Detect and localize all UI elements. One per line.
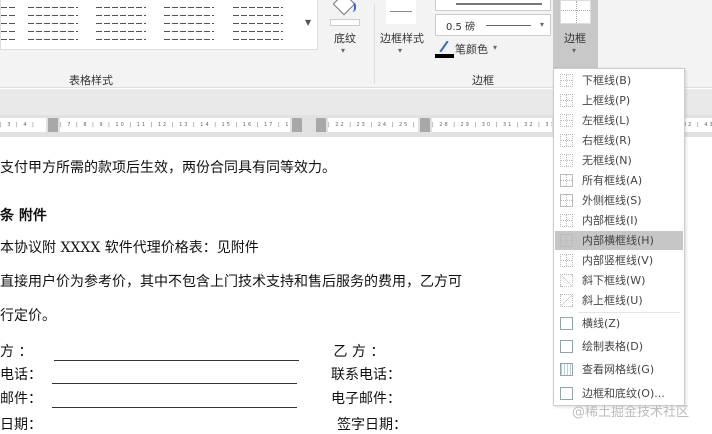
chevron-down-icon: ▾ (540, 20, 545, 29)
form-row: 邮件： 电子邮件： (0, 391, 401, 408)
menu-item-label: 所有框线(A) (582, 174, 643, 187)
view-gridlines-icon (560, 363, 573, 376)
menu-item[interactable]: 内部横框线(H) (555, 231, 683, 250)
menu-item[interactable]: 右框线(R) (555, 131, 683, 150)
menu-item[interactable]: 无框线(N) (555, 151, 683, 170)
shading-label: 底纹 (334, 32, 356, 45)
menu-item-label: 绘制表格(D) (582, 340, 644, 353)
watermark: @稀土掘金技术社区 (572, 405, 690, 420)
ruler-column-marker[interactable] (316, 118, 326, 132)
menu-item[interactable]: 查看网格线(G) (555, 360, 683, 379)
borders-label: 边框 (564, 32, 586, 45)
menu-item[interactable]: 横线(Z) (555, 314, 683, 333)
menu-item-label: 上框线(P) (582, 94, 631, 107)
pen-color-label: 笔颜色 (455, 43, 488, 56)
gallery-more-icon[interactable]: ▼ (305, 18, 311, 27)
group-label-table-styles: 表格样式 (69, 74, 113, 87)
borders-icon (560, 0, 591, 24)
right-border-icon (560, 134, 573, 147)
draw-table-icon (560, 340, 573, 353)
menu-item[interactable]: 斜上框线(U) (555, 291, 683, 310)
ruler-column-marker[interactable] (292, 118, 302, 132)
table-style-thumb[interactable] (28, 2, 78, 46)
no-border-icon (560, 154, 573, 167)
menu-item[interactable]: 外侧框线(S) (555, 191, 683, 210)
menu-item-label: 横线(Z) (582, 317, 621, 330)
menu-item[interactable]: 斜下框线(W) (555, 271, 683, 290)
menu-item[interactable]: 绘制表格(D) (555, 337, 683, 356)
menu-item-label: 无框线(N) (582, 154, 632, 167)
menu-item[interactable]: 左框线(L) (555, 111, 683, 130)
menu-item[interactable]: 所有框线(A) (555, 171, 683, 190)
table-style-thumb[interactable] (233, 2, 283, 46)
menu-item-label: 查看网格线(G) (582, 363, 655, 376)
paragraph: 行定价。 (0, 308, 56, 324)
outside-borders-icon (560, 194, 573, 207)
borders-shading-icon (560, 387, 573, 400)
group-label-borders: 边框 (472, 74, 494, 87)
form-row: 电话： 联系电话： (0, 367, 401, 384)
table-style-thumb[interactable] (96, 2, 146, 46)
form-blank[interactable] (52, 394, 297, 408)
menu-item-label: 外侧框线(S) (582, 194, 642, 207)
menu-item[interactable]: 内部竖框线(V) (555, 251, 683, 270)
chevron-down-icon: ▾ (493, 43, 498, 52)
paragraph: 本协议附 XXXX 软件代理价格表：见附件 (0, 240, 259, 256)
menu-item-label: 内部竖框线(V) (582, 254, 654, 267)
inside-vertical-border-icon (560, 254, 573, 267)
menu-item[interactable]: 内部框线(I) (555, 211, 683, 230)
form-row: 日期： 签字日期： (0, 417, 407, 433)
all-borders-icon (560, 174, 573, 187)
pen-icon (435, 40, 454, 58)
left-border-icon (560, 114, 573, 127)
form-blank[interactable] (52, 370, 297, 384)
borders-button[interactable]: 边框 ▾ (553, 0, 598, 68)
horizontal-line-icon (560, 317, 573, 330)
chevron-down-icon: ▾ (341, 46, 346, 55)
diagonal-up-border-icon (560, 294, 573, 307)
top-border-icon (560, 94, 573, 107)
paragraph: 直接用户价为参考价，其中不包含上门技术支持和售后服务的费用，乙方可 (0, 274, 462, 290)
paragraph: 支付甲方所需的款项后生效，两份合同具有同等效力。 (0, 160, 336, 176)
menu-item-label: 内部横框线(H) (582, 234, 654, 247)
paint-bucket-icon (330, 0, 360, 26)
chevron-down-icon: ▾ (572, 46, 577, 55)
table-styles-gallery: ▼ (0, 0, 318, 50)
diagonal-down-border-icon (560, 274, 573, 287)
divider (374, 4, 375, 84)
pen-weight-dropdown[interactable]: 0.5 磅 ▾ (435, 14, 551, 36)
menu-item-label: 右框线(R) (582, 134, 632, 147)
inside-horizontal-border-icon (560, 234, 573, 247)
line-style-dropdown[interactable] (435, 0, 551, 11)
menu-item-label: 下框线(B) (582, 74, 632, 87)
table-style-thumb[interactable] (1, 2, 15, 46)
borders-dropdown-menu: 下框线(B) 上框线(P) 左框线(L) 右框线(R) 无框线(N) 所有框线(A) 外侧框… (553, 68, 685, 406)
form-blank[interactable] (54, 347, 300, 361)
menu-item-label: 斜上框线(U) (582, 294, 643, 307)
ruler-indent-marker[interactable] (48, 118, 58, 132)
section-heading: 条 附件 (0, 208, 47, 224)
pen-weight-value: 0.5 磅 (446, 22, 476, 33)
border-style-preview-icon (386, 0, 416, 24)
inside-borders-icon (560, 214, 573, 227)
table-style-thumb[interactable] (164, 2, 214, 46)
menu-item-label: 斜下框线(W) (582, 274, 646, 287)
border-styles-label: 边框样式 (380, 32, 424, 45)
menu-item-label: 左框线(L) (582, 114, 630, 127)
menu-divider (578, 312, 680, 313)
ruler-column-marker[interactable] (420, 118, 430, 132)
form-row: 方 ：乙 方 ： (0, 344, 385, 361)
menu-item[interactable]: 上框线(P) (555, 91, 683, 110)
menu-item-label: 边框和底纹(O)... (582, 387, 665, 400)
chevron-down-icon: ▾ (398, 46, 403, 55)
bottom-border-icon (560, 74, 573, 87)
menu-item-label: 内部框线(I) (582, 214, 638, 227)
menu-item[interactable]: 下框线(B) (555, 71, 683, 90)
